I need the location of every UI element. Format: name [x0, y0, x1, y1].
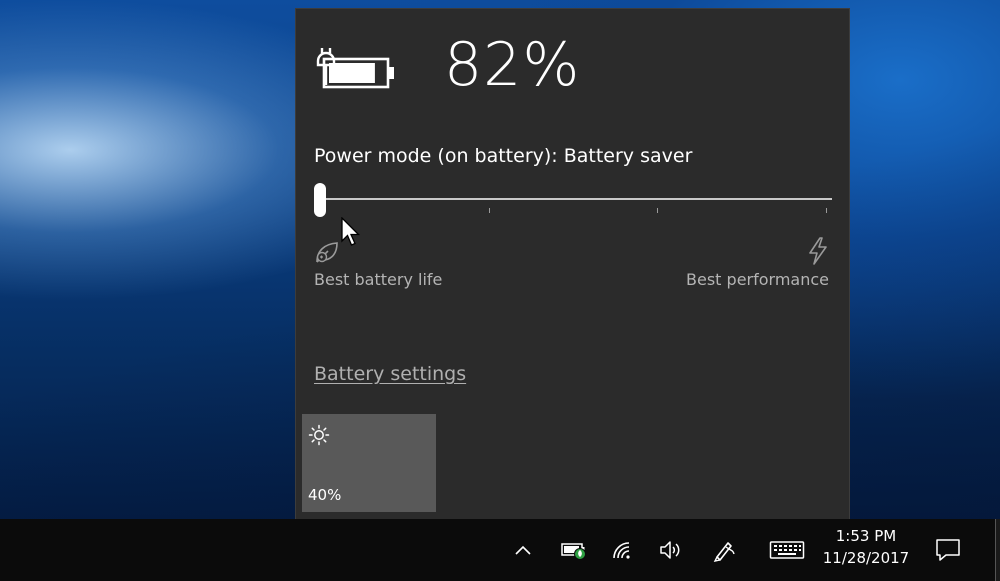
power-mode-label: Power mode (on battery): Battery saver	[314, 145, 693, 167]
battery-tray-icon	[561, 543, 586, 560]
battery-fill	[329, 63, 375, 83]
power-mode-slider[interactable]	[314, 181, 832, 221]
slider-thumb[interactable]	[314, 183, 326, 217]
network-button[interactable]	[606, 519, 640, 581]
mouse-cursor-icon	[341, 217, 361, 246]
volume-button[interactable]	[654, 519, 688, 581]
wifi-icon	[613, 542, 630, 559]
best-performance-label: Best performance	[686, 270, 829, 289]
battery-percent: 82%	[444, 30, 581, 100]
action-center-button[interactable]	[926, 519, 970, 581]
clock-date: 11/28/2017	[822, 549, 910, 567]
battery-tray-button[interactable]	[556, 519, 592, 581]
touch-keyboard-button[interactable]	[764, 519, 810, 581]
chevron-up-icon	[515, 545, 531, 555]
battery-flyout: 82% Power mode (on battery): Battery sav…	[295, 8, 850, 519]
brightness-quick-action[interactable]: 40%	[302, 414, 436, 512]
action-center-icon	[936, 539, 960, 561]
show-desktop-button[interactable]	[995, 519, 1000, 581]
best-battery-life-label: Best battery life	[314, 270, 443, 289]
brightness-sun-icon	[308, 424, 330, 446]
show-hidden-icons-button[interactable]	[508, 519, 538, 581]
slider-track[interactable]	[320, 198, 832, 200]
battery-saver-leaf-icon	[316, 242, 338, 263]
taskbar-clock[interactable]: 1:53 PM 11/28/2017	[816, 523, 916, 577]
slider-tick	[488, 208, 490, 213]
brightness-value: 40%	[308, 486, 342, 504]
windows-ink-workspace-button[interactable]	[706, 519, 742, 581]
performance-bolt-icon	[809, 237, 827, 265]
taskbar: 1:53 PM 11/28/2017	[0, 519, 1000, 581]
slider-tick	[826, 208, 827, 213]
touch-keyboard-icon	[769, 541, 805, 559]
battery-settings-link[interactable]: Battery settings	[314, 363, 466, 385]
pen-workspace-icon	[713, 542, 735, 562]
battery-icon	[316, 48, 394, 89]
slider-tick	[657, 208, 659, 213]
clock-time: 1:53 PM	[835, 527, 897, 545]
volume-icon	[660, 541, 680, 559]
